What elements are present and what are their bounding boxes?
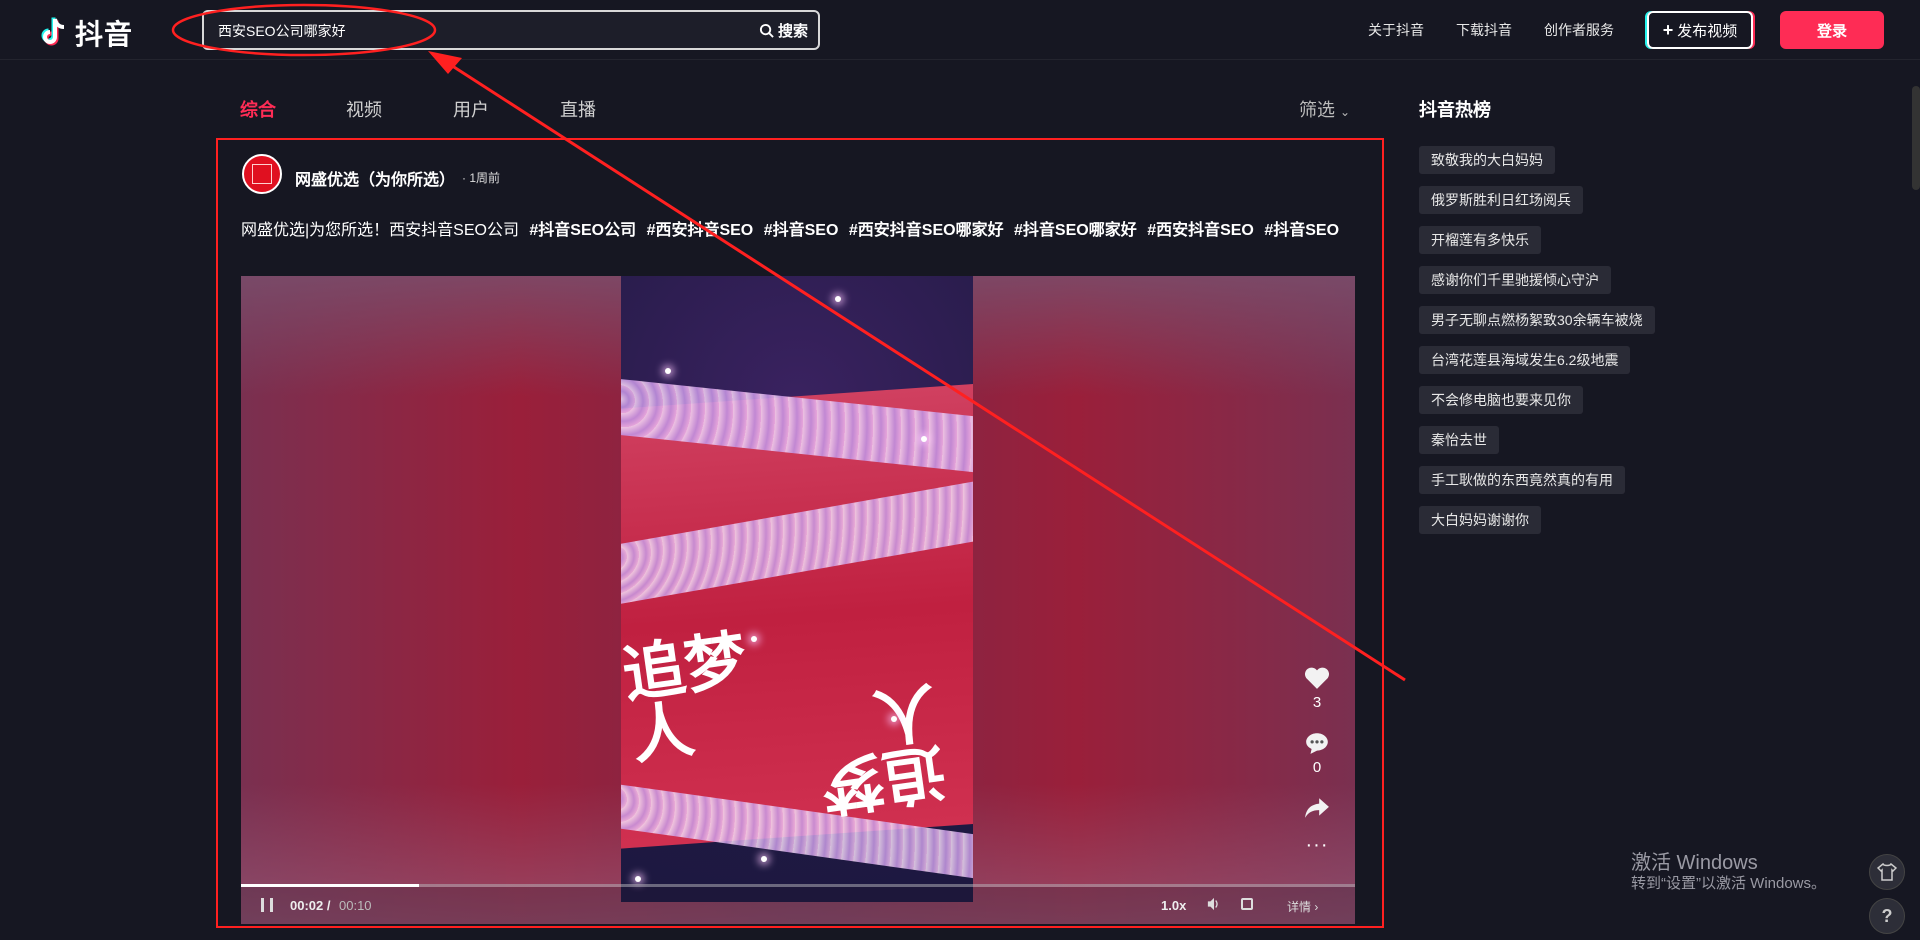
douyin-logo[interactable]: 抖音 bbox=[39, 13, 133, 53]
nav-creator-service[interactable]: 创作者服务 bbox=[1544, 20, 1614, 40]
progress-bar-fill bbox=[241, 884, 420, 887]
video-calligraphy-graphic: 追梦人 bbox=[621, 622, 752, 773]
windows-activation-subtitle: 转到“设置”以激活 Windows。 bbox=[1631, 875, 1827, 892]
video-sparkle bbox=[751, 636, 757, 642]
windows-activation-title: 激活 Windows bbox=[1631, 852, 1758, 874]
hot-list-item[interactable]: 致敬我的大白妈妈 bbox=[1419, 146, 1555, 174]
login-button[interactable]: 登录 bbox=[1780, 11, 1884, 49]
video-actions: 3 0 ··· bbox=[1295, 666, 1339, 855]
avatar-seal-icon bbox=[252, 164, 272, 184]
author-name[interactable]: 网盛优选（为你所选） bbox=[295, 166, 455, 190]
hot-list-item[interactable]: 感谢你们千里驰援倾心守沪 bbox=[1419, 266, 1611, 294]
tab-user[interactable]: 用户 bbox=[453, 96, 489, 122]
hashtag[interactable]: #西安抖音SEO bbox=[1147, 222, 1254, 239]
hot-list-item[interactable]: 大白妈妈谢谢你 bbox=[1419, 506, 1541, 534]
more-icon[interactable]: ··· bbox=[1306, 835, 1329, 855]
hot-list-item[interactable]: 男子无聊点燃杨絮致30余辆车被烧 bbox=[1419, 306, 1655, 334]
nav-about[interactable]: 关于抖音 bbox=[1368, 20, 1424, 40]
heart-icon[interactable] bbox=[1304, 666, 1330, 690]
douyin-logo-icon bbox=[41, 17, 65, 46]
time-current: 00:02 / bbox=[290, 898, 331, 913]
search-result-card: 网盛优选（为你所选） · 1周前 网盛优选|为您所选！西安抖音SEO公司 #抖音… bbox=[216, 138, 1384, 928]
video-calligraphy-graphic: 追梦人 bbox=[816, 673, 950, 824]
hot-list-item[interactable]: 台湾花莲县海域发生6.2级地震 bbox=[1419, 346, 1631, 374]
hot-list-item[interactable]: 不会修电脑也要来见你 bbox=[1419, 386, 1583, 414]
video-sparkle bbox=[835, 296, 841, 302]
video-sparkle bbox=[921, 436, 927, 442]
search-icon bbox=[759, 23, 774, 38]
tab-all[interactable]: 综合 bbox=[240, 96, 276, 122]
video-sparkle bbox=[635, 876, 641, 882]
video-sparkle bbox=[891, 716, 897, 722]
detail-link[interactable]: 详情 › bbox=[1287, 898, 1318, 915]
comment-icon[interactable] bbox=[1304, 731, 1330, 755]
help-float-button[interactable]: ? bbox=[1869, 898, 1905, 934]
hot-list-item[interactable]: 俄罗斯胜利日红场阅兵 bbox=[1419, 186, 1583, 214]
scrollbar[interactable] bbox=[1912, 86, 1920, 190]
video-sparkle bbox=[761, 856, 767, 862]
like-count: 3 bbox=[1312, 694, 1322, 711]
search-button-label: 搜索 bbox=[777, 23, 808, 40]
description-text: 网盛优选|为您所选！西安抖音SEO公司 bbox=[241, 222, 519, 239]
video-frame: 追梦人 追梦人 bbox=[621, 276, 973, 902]
share-icon[interactable] bbox=[1304, 796, 1330, 820]
nav-download[interactable]: 下载抖音 bbox=[1456, 20, 1512, 40]
post-time: · 1周前 bbox=[462, 171, 501, 185]
publish-video-button[interactable]: + 发布视频 bbox=[1647, 11, 1753, 49]
time-total: 00:10 bbox=[339, 898, 372, 913]
hot-list-item[interactable]: 秦怡去世 bbox=[1419, 426, 1499, 454]
playback-speed[interactable]: 1.0x bbox=[1161, 898, 1186, 913]
hot-list-item[interactable]: 手工耿做的东西竟然真的有用 bbox=[1419, 466, 1625, 494]
hot-list-item[interactable]: 开榴莲有多快乐 bbox=[1419, 226, 1541, 254]
volume-icon[interactable] bbox=[1207, 897, 1221, 911]
help-icon: ? bbox=[1881, 905, 1893, 926]
search-button[interactable]: 搜索 bbox=[759, 20, 808, 41]
pause-icon[interactable] bbox=[261, 898, 273, 912]
tab-video[interactable]: 视频 bbox=[346, 96, 382, 122]
shirt-icon bbox=[1877, 863, 1897, 881]
hashtag[interactable]: #西安抖音SEO bbox=[647, 222, 754, 239]
chevron-down-icon: ⌄ bbox=[1340, 105, 1351, 119]
filter-label: 筛选 bbox=[1299, 100, 1335, 120]
avatar[interactable] bbox=[242, 154, 282, 194]
hot-list: 致敬我的大白妈妈 俄罗斯胜利日红场阅兵 开榴莲有多快乐 感谢你们千里驰援倾心守沪… bbox=[1419, 146, 1655, 546]
top-header: 抖音 搜索 关于抖音 下载抖音 创作者服务 + 发布视频 登录 bbox=[0, 0, 1920, 60]
comment-count: 0 bbox=[1312, 759, 1322, 776]
hashtag[interactable]: #抖音SEO bbox=[764, 222, 839, 239]
logo-text: 抖音 bbox=[75, 19, 134, 50]
hashtag[interactable]: #抖音SEO公司 bbox=[529, 222, 636, 239]
hashtag[interactable]: #抖音SEO哪家好 bbox=[1014, 222, 1137, 239]
search-input[interactable] bbox=[218, 21, 698, 41]
video-description: 网盛优选|为您所选！西安抖音SEO公司 #抖音SEO公司 #西安抖音SEO #抖… bbox=[241, 216, 1339, 240]
filter-dropdown[interactable]: 筛选 ⌄ bbox=[1299, 96, 1350, 122]
tab-live[interactable]: 直播 bbox=[560, 96, 596, 122]
video-player[interactable]: 追梦人 追梦人 3 0 ··· 00:02 / 00:10 1.0x 详情 › bbox=[241, 276, 1355, 924]
progress-bar[interactable] bbox=[241, 884, 1355, 887]
hashtag[interactable]: #西安抖音SEO哪家好 bbox=[849, 222, 1004, 239]
hashtag[interactable]: #抖音SEO bbox=[1264, 222, 1339, 239]
wardrobe-float-button[interactable] bbox=[1869, 854, 1905, 890]
publish-video-label: 发布视频 bbox=[1677, 22, 1738, 40]
plus-icon: + bbox=[1662, 19, 1674, 40]
hot-list-title: 抖音热榜 bbox=[1419, 100, 1491, 120]
search-box[interactable]: 搜索 bbox=[202, 10, 820, 50]
fullscreen-icon[interactable] bbox=[1241, 898, 1253, 910]
video-controls: 00:02 / 00:10 1.0x 详情 › bbox=[241, 884, 1355, 924]
video-sparkle bbox=[665, 368, 671, 374]
